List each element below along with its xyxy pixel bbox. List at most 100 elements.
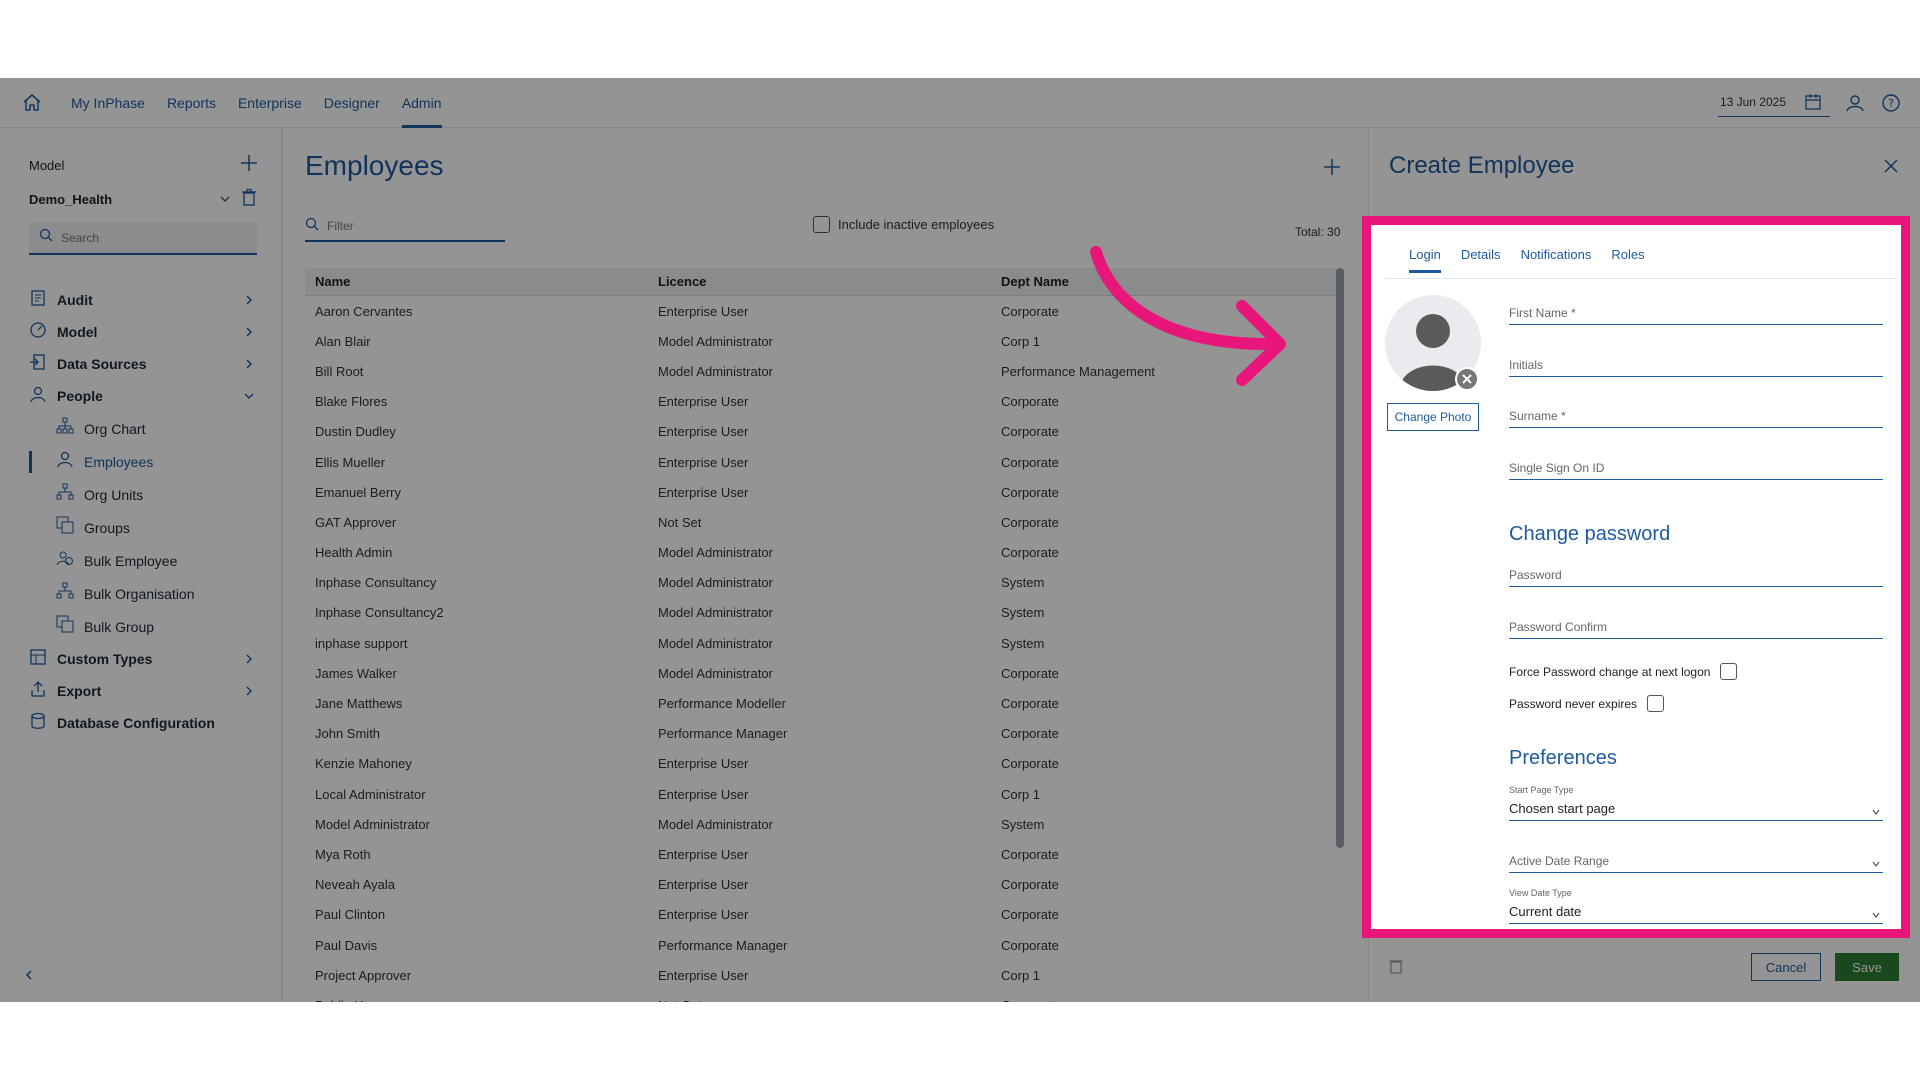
password-never-expires-checkbox[interactable] — [1647, 695, 1665, 712]
cell-dept: Corporate — [1001, 907, 1059, 923]
initials-input[interactable] — [1509, 358, 1883, 372]
user-icon[interactable] — [1844, 92, 1866, 114]
sidebar-item-employees[interactable]: Employees — [0, 445, 282, 478]
svg-text:?: ? — [1888, 97, 1894, 110]
table-row[interactable]: John Smith Performance Manager Corporate — [305, 719, 1339, 749]
employee-tabs: Login Details Notifications Roles — [1399, 239, 1655, 273]
table-scrollbar[interactable] — [1336, 268, 1344, 848]
add-employee-icon[interactable] — [1321, 156, 1343, 178]
password-input[interactable] — [1509, 568, 1883, 582]
password-confirm-input[interactable] — [1509, 620, 1883, 634]
sidebar-item-bulk-organisation[interactable]: Bulk Organisation — [0, 577, 282, 610]
view-date-type-select[interactable]: View Date Type Current date — [1509, 888, 1883, 924]
sidebar-search-input[interactable] — [61, 230, 241, 245]
force-password-change-checkbox[interactable] — [1720, 663, 1738, 680]
nav-tab-designer[interactable]: Designer — [313, 78, 391, 128]
first-name-field[interactable] — [1509, 295, 1883, 325]
sidebar-item-people[interactable]: People — [0, 380, 282, 412]
nav-tab-enterprise[interactable]: Enterprise — [227, 78, 313, 128]
change-photo-button[interactable]: Change Photo — [1387, 403, 1479, 431]
sidebar-item-bulk-group[interactable]: Bulk Group — [0, 610, 282, 643]
sso-id-field[interactable] — [1509, 450, 1883, 480]
surname-field[interactable] — [1509, 398, 1883, 428]
include-inactive-checkbox[interactable] — [813, 216, 830, 233]
help-icon[interactable]: ? — [1880, 92, 1902, 114]
force-password-change-row[interactable]: Force Password change at next logon — [1509, 663, 1738, 680]
sidebar-item-export[interactable]: Export — [0, 675, 282, 707]
table-row[interactable]: Project Approver Enterprise User Corp 1 — [305, 960, 1339, 990]
sidebar-item-org-units[interactable]: Org Units — [0, 478, 282, 511]
table-row[interactable]: Mya Roth Enterprise User Corporate — [305, 839, 1339, 869]
table-row[interactable]: Jane Matthews Performance Modeller Corpora… — [305, 688, 1339, 718]
sidebar-item-custom-types[interactable]: Custom Types — [0, 643, 282, 675]
cell-licence: Enterprise User — [658, 967, 749, 983]
sidebar-item-bulk-employee[interactable]: Bulk Employee — [0, 544, 282, 577]
table-row[interactable]: inphase support Model Administrator System — [305, 628, 1339, 658]
home-icon[interactable] — [22, 93, 42, 113]
chevron-down-icon[interactable] — [218, 192, 232, 206]
nav-tab-reports[interactable]: Reports — [156, 78, 227, 128]
table-row[interactable]: Paul Davis Performance Manager Corporate — [305, 930, 1339, 960]
cell-name: Ellis Mueller — [315, 454, 386, 470]
cell-name: Mya Roth — [315, 846, 371, 862]
sso-id-input[interactable] — [1509, 461, 1883, 475]
tab-login[interactable]: Login — [1399, 239, 1451, 273]
table-row[interactable]: Neveah Ayala Enterprise User Corporate — [305, 870, 1339, 900]
start-page-type-select[interactable]: Start Page Type Chosen start page — [1509, 785, 1883, 821]
sidebar-item-data-sources[interactable]: Data Sources — [0, 348, 282, 380]
table-row[interactable]: Inphase Consultancy Model Administrator Sy… — [305, 568, 1339, 598]
database-icon — [29, 712, 47, 735]
model-selector[interactable]: Demo_Health — [29, 192, 112, 207]
table-row[interactable]: Public UserNot SetCorporate — [305, 990, 1339, 1002]
cell-licence: Performance Modeller — [658, 696, 786, 712]
table-row[interactable]: Kenzie Mahoney Enterprise User Corporate — [305, 749, 1339, 779]
sidebar-item-groups[interactable]: Groups — [0, 511, 282, 544]
column-header-name[interactable]: Name — [305, 274, 648, 289]
table-row[interactable]: Emanuel Berry Enterprise User Corporate — [305, 477, 1339, 507]
sidebar-search[interactable] — [29, 222, 257, 255]
table-row[interactable]: James Walker Model Administrator Corporate — [305, 658, 1339, 688]
active-date-range-select[interactable]: Active Date Range — [1509, 837, 1883, 873]
initials-field[interactable] — [1509, 347, 1883, 377]
trash-icon[interactable] — [240, 188, 258, 206]
surname-input[interactable] — [1509, 409, 1883, 423]
table-row[interactable]: Local Administrator Enterprise User Corp 1 — [305, 779, 1339, 809]
close-icon[interactable] — [1881, 156, 1901, 176]
sidebar-item-audit[interactable]: Audit — [0, 284, 282, 316]
table-row[interactable]: Health Admin Model Administrator Corporate — [305, 538, 1339, 568]
cell-dept: Corp 1 — [1001, 786, 1041, 802]
tab-notifications[interactable]: Notifications — [1511, 239, 1602, 269]
cell-licence: Enterprise User — [658, 394, 749, 410]
sidebar-item-model[interactable]: Model — [0, 316, 282, 348]
sidebar-item-org-chart[interactable]: Org Chart — [0, 412, 282, 445]
password-field[interactable] — [1509, 557, 1883, 587]
password-never-expires-row[interactable]: Password never expires — [1509, 695, 1665, 712]
filter-input[interactable] — [327, 219, 487, 233]
save-button[interactable]: Save — [1835, 953, 1899, 981]
remove-photo-icon[interactable] — [1455, 367, 1479, 391]
table-row[interactable]: Paul Clinton Enterprise User Corporate — [305, 900, 1339, 930]
first-name-input[interactable] — [1509, 306, 1883, 320]
collapse-sidebar-icon[interactable] — [22, 968, 36, 982]
sidebar-item-database-configuration[interactable]: Database Configuration — [0, 707, 282, 739]
cell-licence: Enterprise User — [658, 484, 749, 500]
cancel-button[interactable]: Cancel — [1751, 953, 1821, 981]
include-inactive-toggle[interactable]: Include inactive employees — [813, 216, 994, 233]
chevron-down-icon — [1871, 856, 1881, 867]
date-picker[interactable]: 13 Jun 2025 — [1717, 89, 1830, 117]
password-confirm-field[interactable] — [1509, 609, 1883, 639]
table-row[interactable]: GAT Approver Not Set Corporate — [305, 507, 1339, 537]
nav-tab-my-inphase[interactable]: My InPhase — [60, 78, 156, 128]
table-row[interactable]: Blake Flores Enterprise User Corporate — [305, 387, 1339, 417]
table-row[interactable]: Dustin Dudley Enterprise User Corporate — [305, 417, 1339, 447]
employee-filter[interactable] — [305, 212, 505, 242]
calendar-icon[interactable] — [1802, 91, 1824, 113]
table-row[interactable]: Model Administrator Model Administrator Sy… — [305, 809, 1339, 839]
nav-tab-admin[interactable]: Admin — [391, 78, 453, 128]
tab-details[interactable]: Details — [1451, 239, 1511, 269]
tab-roles[interactable]: Roles — [1601, 239, 1654, 269]
column-header-licence[interactable]: Licence — [648, 274, 991, 289]
add-model-icon[interactable] — [238, 152, 260, 174]
table-row[interactable]: Ellis Mueller Enterprise User Corporate — [305, 447, 1339, 477]
table-row[interactable]: Inphase Consultancy2 Model Administrator S… — [305, 598, 1339, 628]
